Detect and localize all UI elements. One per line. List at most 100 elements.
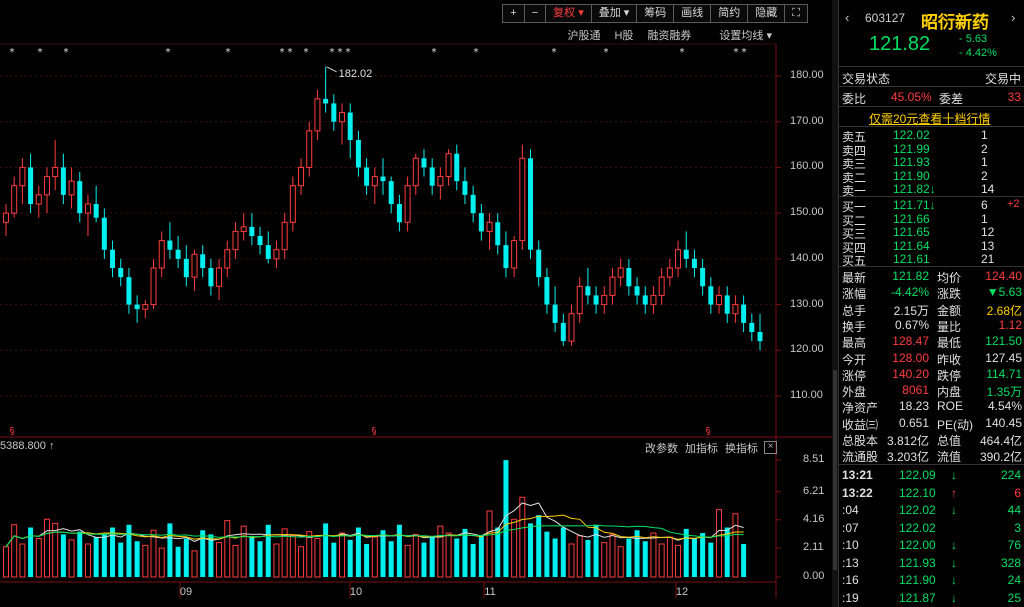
volume-bar (158, 547, 165, 578)
scrollbar-thumb[interactable] (833, 370, 837, 570)
diejia-dropdown[interactable]: 叠加 ▾ (590, 4, 638, 23)
hugutong-link[interactable]: 沪股通 (567, 27, 600, 43)
candle-body (700, 268, 706, 287)
candle-body (347, 112, 353, 140)
tick-time: :19 (842, 590, 859, 605)
candle-body (716, 294, 723, 306)
trade-status-row: 交易状态 交易中 (839, 69, 1024, 86)
chevron-left-icon[interactable]: ‹ (845, 10, 849, 25)
tick-row: :16 121.90 ↓ 24 (839, 572, 1024, 588)
volume-bar (585, 539, 591, 577)
candle-body (470, 194, 476, 214)
candle-body (314, 98, 321, 132)
stat-value: 0.651 (898, 415, 929, 430)
zoom-out-button[interactable]: − (523, 4, 547, 23)
candle-body (331, 103, 337, 122)
tick-row: 13:21 122.09 ↓ 224 (839, 467, 1024, 483)
yincang-button[interactable]: 隐藏 (747, 4, 786, 23)
ask-row: 卖二 121.90 2 (839, 168, 1024, 185)
fuquan-label: 复权 (553, 7, 576, 19)
candle-body (691, 258, 697, 268)
bid-volume: 13 (981, 238, 995, 253)
jiazhibiao-button[interactable]: 加指标 (685, 440, 718, 456)
dividend-marker-icon: § (706, 426, 711, 437)
volume-bar (339, 532, 346, 578)
candle-body (101, 217, 107, 250)
ask-price: 121.90 (893, 168, 930, 183)
volume-bar (93, 537, 99, 577)
volume-bar (175, 546, 181, 577)
fuquan-dropdown[interactable]: 复权 ▾ (545, 4, 592, 23)
bid-volume: 1 (981, 211, 988, 226)
promo-link[interactable]: 仅需20元查看十档行情 (869, 110, 990, 127)
volume-bar (708, 542, 714, 577)
close-icon[interactable]: × (764, 441, 777, 454)
volume-bar (462, 528, 468, 577)
candle-body (364, 167, 370, 186)
jianyue-button[interactable]: 简约 (710, 4, 749, 23)
chouma-button[interactable]: 筹码 (636, 4, 675, 23)
candle-body (412, 157, 419, 187)
volume-bar (224, 520, 231, 578)
chevron-right-icon[interactable]: › (1011, 10, 1015, 25)
stat-value: 140.45 (985, 415, 1022, 430)
candle-body (142, 304, 149, 310)
month-label: 09 (180, 586, 192, 598)
stat-value: 124.40 (985, 269, 1022, 283)
volume-bar (396, 524, 402, 577)
stat-value: 4.54% (987, 399, 1022, 414)
fullscreen-icon[interactable]: ⛶ (784, 4, 808, 23)
stat-value: 1.12 (998, 317, 1022, 332)
tick-row: 13:22 122.10 ↑ 6 (839, 485, 1024, 501)
tick-volume: 328 (1000, 555, 1021, 570)
volume-bar (200, 530, 206, 577)
candle-body (281, 221, 288, 251)
junxian-dropdown[interactable]: 设置均线 ▾ (705, 27, 772, 43)
ask-price: 121.99 (893, 141, 930, 156)
candle-body (404, 185, 411, 223)
kline-chart-area[interactable]: 182.02 * * * * * * * * * * * * * * * * * * § § § 09 10 11 12 + − … (0, 0, 832, 607)
tick-time: :07 (842, 520, 859, 535)
candle-body (3, 212, 9, 223)
current-price: 121.82 (869, 33, 931, 55)
volume-bar (60, 534, 66, 577)
volume-bar (388, 541, 394, 577)
zoom-in-button[interactable]: + (502, 4, 525, 23)
candle-body (167, 240, 173, 250)
volume-bar (191, 550, 198, 578)
volume-bar (560, 527, 566, 577)
bid-price: 121.65 (893, 225, 930, 239)
event-marker-icon: * (280, 47, 285, 58)
promo-row[interactable]: 仅需20元查看十档行情 (839, 109, 1024, 127)
gaicanshu-button[interactable]: 改参数 (645, 440, 678, 456)
kline-svg[interactable]: 182.02* * * * * * * * * * * * * * * * * *§ § §09 10 11 12 (0, 0, 832, 607)
ask-price: 121.93 (893, 155, 930, 169)
chart-subbar: 沪股通 H股 融资融券 设置均线 ▾ (553, 27, 772, 43)
tick-arrow-icon: ↑ (951, 485, 957, 500)
tick-volume: 3 (1014, 520, 1021, 535)
stat-label: 流值 (937, 450, 962, 465)
huanzhibiao-button[interactable]: 换指标 (725, 440, 758, 456)
bid-row: 买一 121.71↓ 6 +2 (839, 198, 1024, 214)
hgu-link[interactable]: H股 (614, 27, 633, 43)
divider (839, 266, 1024, 267)
volume-bar (642, 541, 648, 577)
candle-body (609, 276, 616, 296)
volume-bar (364, 544, 370, 577)
tick-row: :07 122.02 3 (839, 520, 1024, 536)
volume-bar (11, 524, 18, 578)
volume-bar (601, 542, 608, 578)
candle-body (208, 268, 214, 287)
volume-bar (257, 541, 263, 577)
ask-volume: 2 (981, 168, 988, 183)
bid-volume: 12 (981, 225, 995, 239)
huaxian-button[interactable]: 画线 (673, 4, 712, 23)
candle-body (536, 249, 542, 278)
rongzi-link[interactable]: 融资融券 (647, 27, 691, 43)
candle-body (355, 140, 361, 168)
volume-bar (101, 534, 107, 577)
tick-price: 122.00 (899, 538, 936, 552)
volume-base-number: 5388.800 (0, 440, 46, 452)
status-label: 交易状态 (842, 72, 891, 86)
candle-body (240, 226, 247, 232)
